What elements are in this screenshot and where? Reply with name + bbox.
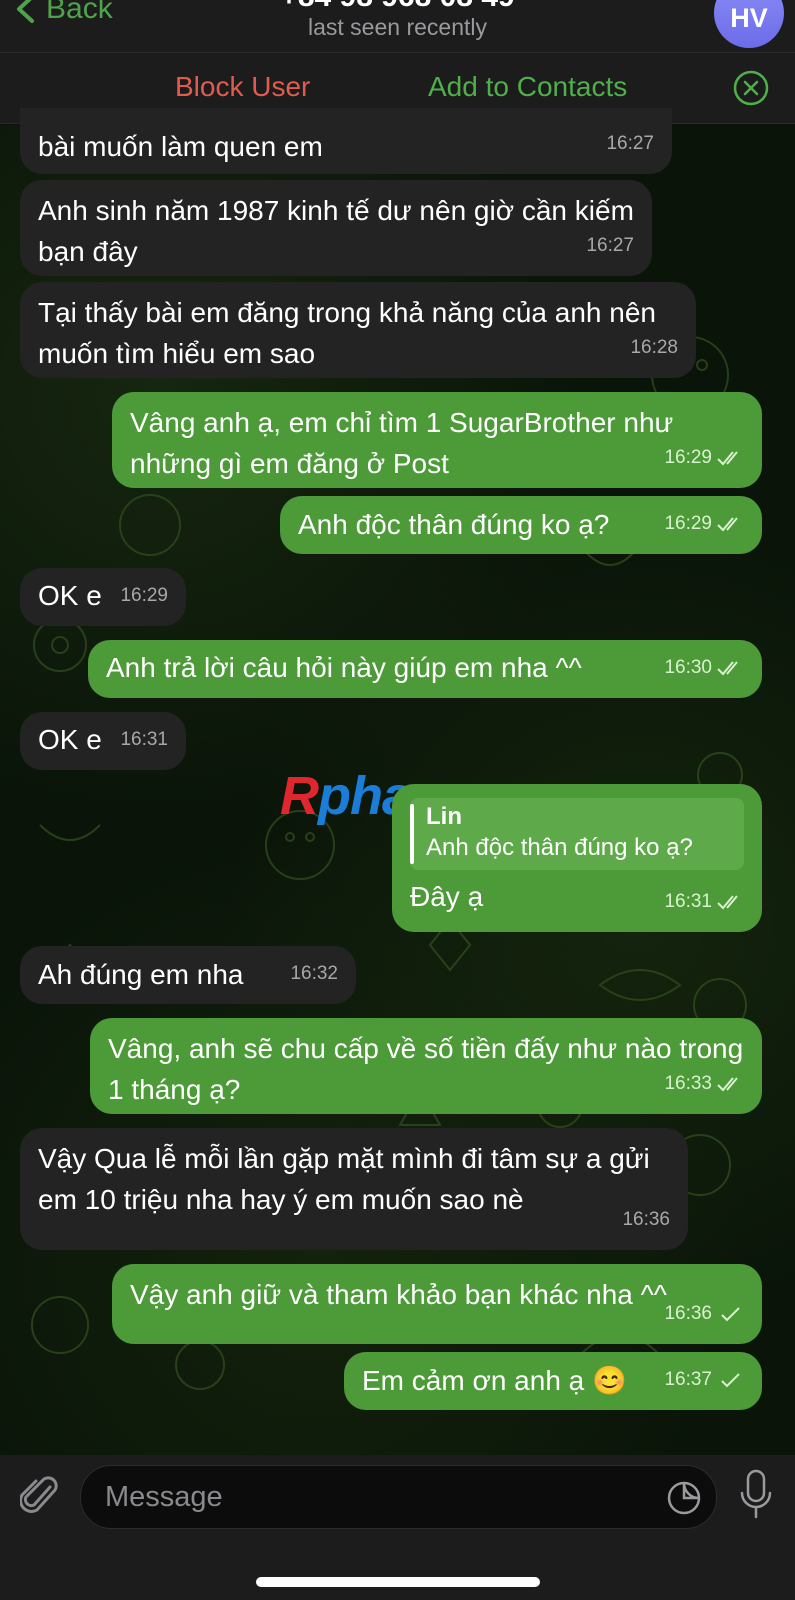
message-status: 16:29 xyxy=(664,437,744,478)
message-time: 16:37 xyxy=(664,1369,712,1390)
message-bubble[interactable]: Vậy anh giữ và tham khảo bạn khác nha ^^… xyxy=(112,1264,762,1344)
message-bubble[interactable]: Anh độc thân đúng ko ạ? 16:29 xyxy=(280,496,762,554)
message-time: 16:29 xyxy=(120,585,168,606)
double-check-icon xyxy=(717,1076,738,1091)
message-bubble[interactable]: OK e 16:31 xyxy=(20,712,186,770)
message-text: Vậy Qua lễ mỗi lần gặp mặt mình đi tâm s… xyxy=(38,1143,650,1215)
sticker-icon[interactable] xyxy=(666,1480,702,1516)
message-text: Vâng, anh sẽ chu cấp về số tiền đấy như … xyxy=(108,1033,744,1105)
reply-author: Lin xyxy=(426,803,462,830)
message-bubble[interactable]: Em cảm ơn anh ạ 😊 16:37 xyxy=(344,1352,762,1410)
message-bubble-reply[interactable]: Lin Anh độc thân đúng ko ạ? Đây ạ 16:31 xyxy=(392,784,762,932)
message-text: Anh độc thân đúng ko ạ? xyxy=(298,509,610,540)
add-to-contacts-button[interactable]: Add to Contacts xyxy=(428,71,627,103)
check-icon xyxy=(721,1372,740,1387)
message-bubble[interactable]: OK e 16:29 xyxy=(20,568,186,626)
message-text: Đây ạ xyxy=(410,881,484,912)
message-bubble[interactable]: Vâng anh ạ, em chỉ tìm 1 SugarBrother nh… xyxy=(112,392,762,488)
double-check-icon xyxy=(717,660,738,675)
double-check-icon xyxy=(717,516,738,531)
message-text: Ah đúng em nha xyxy=(38,959,244,990)
message-status: 16:30 xyxy=(664,647,744,688)
message-status: 16:29 xyxy=(664,503,744,544)
message-time: 16:29 xyxy=(664,447,712,468)
contact-status: last seen recently xyxy=(308,14,487,40)
message-time: 16:36 xyxy=(622,1209,670,1230)
message-time: 16:33 xyxy=(664,1073,712,1094)
message-time: 16:30 xyxy=(664,657,712,678)
message-status: 16:36 xyxy=(664,1293,744,1334)
reply-text: Anh độc thân đúng ko ạ? xyxy=(426,834,693,861)
message-status: 16:31 xyxy=(664,881,744,922)
double-check-icon xyxy=(717,450,738,465)
message-bubble[interactable]: Anh trả lời câu hỏi này giúp em nha ^^ 1… xyxy=(88,640,762,698)
message-time: 16:36 xyxy=(664,1303,712,1324)
message-bubble[interactable]: Vâng, anh sẽ chu cấp về số tiền đấy như … xyxy=(90,1018,762,1114)
message-bubble[interactable]: Anh sinh năm 1987 kinh tế dư nên giờ cần… xyxy=(20,180,652,276)
message-text: bài muốn làm quen em xyxy=(38,131,323,162)
message-bubble[interactable]: bài muốn làm quen em 16:27 xyxy=(20,108,672,174)
paperclip-icon[interactable] xyxy=(20,1473,60,1519)
message-bubble[interactable]: Tại thấy bài em đăng trong khả năng của … xyxy=(20,282,696,378)
message-text: Vậy anh giữ và tham khảo bạn khác nha ^^ xyxy=(130,1279,667,1310)
double-check-icon xyxy=(717,894,738,909)
message-time: 16:32 xyxy=(290,963,338,984)
message-input[interactable] xyxy=(103,1474,627,1520)
message-time: 16:27 xyxy=(586,235,634,256)
message-time: 16:27 xyxy=(606,133,654,154)
message-text: OK e xyxy=(38,580,102,611)
message-status: 16:33 xyxy=(664,1063,744,1104)
contact-number[interactable]: +84 98 968 08 49 xyxy=(0,0,795,14)
close-icon[interactable] xyxy=(733,70,769,106)
message-text: Vâng anh ạ, em chỉ tìm 1 SugarBrother nh… xyxy=(130,407,674,479)
block-user-button[interactable]: Block User xyxy=(175,71,310,103)
message-time: 16:31 xyxy=(120,729,168,750)
message-text: Anh trả lời câu hỏi này giúp em nha ^^ xyxy=(106,652,582,683)
chat-header: Back +84 98 968 08 49 last seen recently… xyxy=(0,0,795,53)
home-indicator[interactable] xyxy=(256,1577,540,1587)
message-text: Tại thấy bài em đăng trong khả năng của … xyxy=(38,297,656,369)
reply-quote[interactable]: Lin Anh độc thân đúng ko ạ? xyxy=(410,798,744,870)
message-text: OK e xyxy=(38,724,102,755)
message-status: 16:37 xyxy=(664,1359,744,1400)
message-time: 16:28 xyxy=(630,337,678,358)
message-bubble[interactable]: Ah đúng em nha 16:32 xyxy=(20,946,356,1004)
message-bubble[interactable]: Vậy Qua lễ mỗi lần gặp mặt mình đi tâm s… xyxy=(20,1128,688,1250)
message-field[interactable] xyxy=(80,1465,717,1529)
message-text: Anh sinh năm 1987 kinh tế dư nên giờ cần… xyxy=(38,195,634,267)
message-time: 16:31 xyxy=(664,891,712,912)
message-text: Em cảm ơn anh ạ 😊 xyxy=(362,1365,627,1396)
check-icon xyxy=(721,1306,740,1321)
message-time: 16:29 xyxy=(664,513,712,534)
microphone-icon[interactable] xyxy=(738,1469,774,1521)
